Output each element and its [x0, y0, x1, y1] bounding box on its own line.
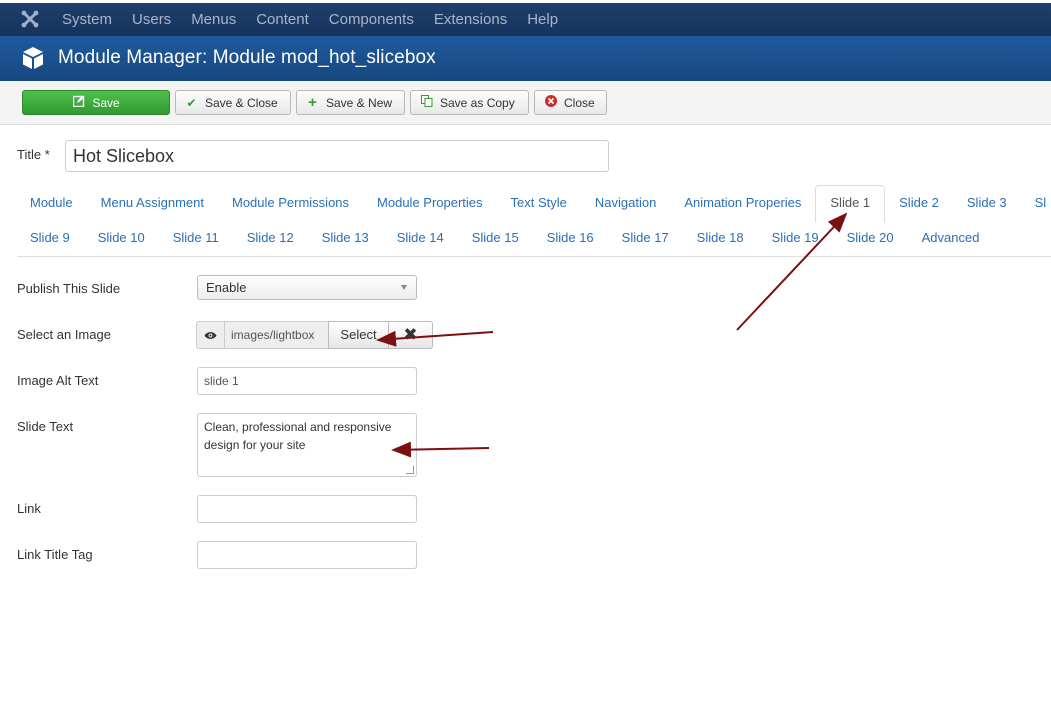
save-copy-button[interactable]: Save as Copy — [410, 90, 529, 115]
tab-slide-3[interactable]: Slide 3 — [953, 186, 1021, 220]
tab-slide-2[interactable]: Slide 2 — [885, 186, 953, 220]
tab-slide-13[interactable]: Slide 13 — [308, 221, 383, 255]
tab-slide-17[interactable]: Slide 17 — [608, 221, 683, 255]
menu-components[interactable]: Components — [329, 11, 414, 28]
image-media-field: images/lightbox Select ✖ — [196, 321, 433, 349]
title-label: Title * — [17, 147, 50, 162]
resize-handle-icon[interactable] — [406, 466, 414, 474]
top-menu-bar: System Users Menus Content Components Ex… — [0, 3, 1051, 36]
tab-slide-4[interactable]: Sl — [1021, 186, 1051, 220]
slide-text-textarea[interactable]: Clean, professional and responsive desig… — [197, 413, 417, 477]
publish-slide-select[interactable]: Enable — [197, 275, 417, 300]
save-button[interactable]: Save — [22, 90, 170, 115]
tab-module-properties[interactable]: Module Properties — [363, 186, 497, 220]
tab-slide-20[interactable]: Slide 20 — [833, 221, 908, 255]
plus-icon: + — [308, 94, 317, 111]
image-alt-label: Image Alt Text — [17, 373, 99, 388]
menu-help[interactable]: Help — [527, 11, 558, 28]
save-new-button[interactable]: + Save & New — [296, 90, 405, 115]
image-select-button[interactable]: Select — [328, 321, 389, 349]
tab-navigation[interactable]: Navigation — [581, 186, 670, 220]
link-input[interactable] — [197, 495, 417, 523]
tab-advanced[interactable]: Advanced — [908, 221, 994, 255]
image-alt-input[interactable]: slide 1 — [197, 367, 417, 395]
tab-slide-14[interactable]: Slide 14 — [383, 221, 458, 255]
main-menu: System Users Menus Content Components Ex… — [62, 3, 578, 36]
clear-image-button[interactable]: ✖ — [389, 321, 433, 349]
tab-slide-19[interactable]: Slide 19 — [758, 221, 833, 255]
select-image-label: Select an Image — [17, 327, 111, 342]
slide-text-label: Slide Text — [17, 419, 74, 434]
close-label: Close — [564, 95, 595, 110]
cube-icon — [23, 47, 43, 69]
joomla-logo-icon[interactable] — [20, 9, 40, 29]
image-path-field: images/lightbox — [225, 321, 328, 349]
save-label: Save — [92, 95, 120, 110]
tab-module[interactable]: Module — [16, 186, 87, 220]
page-title: Module Manager: Module mod_hot_slicebox — [58, 47, 436, 68]
toolbar: Save ✔ Save & Close + Save & New Save as… — [0, 81, 1051, 125]
publish-slide-label: Publish This Slide — [17, 281, 121, 296]
tab-slide-9[interactable]: Slide 9 — [16, 221, 84, 255]
tabs-row-1: Module Menu Assignment Module Permission… — [16, 185, 1051, 223]
tab-module-permissions[interactable]: Module Permissions — [218, 186, 363, 220]
tab-slide-15[interactable]: Slide 15 — [458, 221, 533, 255]
check-icon: ✔ — [186, 95, 197, 110]
tabs-divider — [17, 256, 1051, 257]
save-new-label: Save & New — [326, 95, 393, 110]
tab-animation-properies[interactable]: Animation Properies — [670, 186, 815, 220]
tab-slide-16[interactable]: Slide 16 — [533, 221, 608, 255]
close-icon: ✖ — [403, 325, 418, 344]
menu-content[interactable]: Content — [256, 11, 309, 28]
tab-slide-11[interactable]: Slide 11 — [159, 221, 233, 255]
tab-slide-18[interactable]: Slide 18 — [683, 221, 758, 255]
save-close-label: Save & Close — [205, 95, 278, 110]
tab-slide-10[interactable]: Slide 10 — [84, 221, 159, 255]
tab-slide-12[interactable]: Slide 12 — [233, 221, 308, 255]
link-title-label: Link Title Tag — [17, 547, 93, 562]
close-button[interactable]: Close — [534, 90, 607, 115]
tab-text-style[interactable]: Text Style — [497, 186, 581, 220]
page-header: Module Manager: Module mod_hot_slicebox — [0, 36, 1051, 81]
menu-system[interactable]: System — [62, 11, 112, 28]
save-copy-label: Save as Copy — [440, 95, 515, 110]
save-close-button[interactable]: ✔ Save & Close — [175, 90, 291, 115]
chevron-down-icon — [401, 285, 407, 290]
tab-menu-assignment[interactable]: Menu Assignment — [87, 186, 218, 220]
link-label: Link — [17, 501, 41, 516]
slide-text-value: Clean, professional and responsive desig… — [204, 420, 392, 452]
tab-slide-1[interactable]: Slide 1 — [815, 185, 886, 223]
menu-users[interactable]: Users — [132, 11, 171, 28]
close-circle-icon — [544, 95, 557, 110]
eye-icon[interactable] — [196, 321, 225, 349]
menu-menus[interactable]: Menus — [191, 11, 236, 28]
copy-icon — [420, 95, 433, 110]
edit-icon — [72, 95, 85, 110]
link-title-input[interactable] — [197, 541, 417, 569]
menu-extensions[interactable]: Extensions — [434, 11, 507, 28]
publish-slide-value: Enable — [206, 280, 247, 295]
title-input[interactable]: Hot Slicebox — [65, 140, 609, 172]
tabs-row-2: Slide 9 Slide 10 Slide 11 Slide 12 Slide… — [16, 221, 993, 255]
